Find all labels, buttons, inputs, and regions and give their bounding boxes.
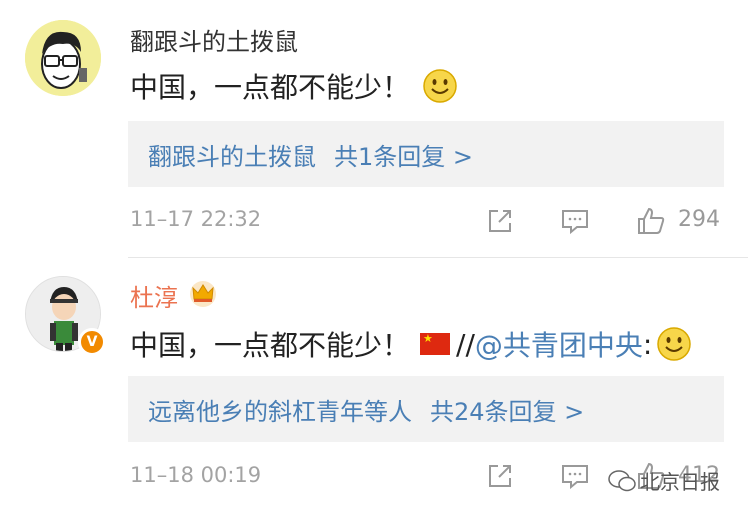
smiley-emoji-icon bbox=[423, 69, 457, 103]
wechat-icon bbox=[608, 469, 636, 491]
comment-username[interactable]: 翻跟斗的土拨鼠 bbox=[130, 22, 298, 57]
reply-count: 共24条回复 > bbox=[430, 397, 585, 426]
avatar-cartoon-icon bbox=[25, 20, 101, 96]
comment-text: 中国，一点都不能少！ // @共青团中央 : bbox=[130, 324, 692, 364]
comment-text: 中国，一点都不能少！ bbox=[130, 66, 458, 106]
watermark: 北京日报 bbox=[608, 466, 720, 495]
comment-body: 中国，一点都不能少！ bbox=[130, 71, 411, 104]
watermark-text: 北京日报 bbox=[640, 470, 720, 494]
smiley-emoji-icon bbox=[657, 327, 692, 361]
comment-icon[interactable] bbox=[560, 206, 590, 236]
china-flag-emoji-icon bbox=[420, 332, 451, 355]
comment-body: 中国，一点都不能少！ bbox=[130, 329, 411, 362]
comment-icon[interactable] bbox=[560, 461, 590, 491]
comment-username[interactable]: 杜淳 bbox=[130, 278, 178, 313]
like-icon[interactable] bbox=[636, 206, 666, 236]
reply-count: 共1条回复 > bbox=[334, 142, 474, 171]
crown-icon bbox=[190, 281, 216, 307]
repost-separator: // bbox=[456, 327, 475, 361]
replies-preview[interactable]: 远离他乡的斜杠青年等人 共24条回复 > bbox=[128, 376, 724, 442]
comment-timestamp: 11–17 22:32 bbox=[130, 207, 262, 231]
share-icon[interactable] bbox=[485, 206, 515, 236]
share-icon[interactable] bbox=[485, 461, 515, 491]
reply-preview-users: 翻跟斗的土拨鼠 bbox=[148, 142, 316, 171]
mention-link[interactable]: @共青团中央 bbox=[475, 324, 643, 364]
replies-preview[interactable]: 翻跟斗的土拨鼠 共1条回复 > bbox=[128, 121, 724, 187]
like-count: 294 bbox=[678, 207, 720, 232]
comment-item: 翻跟斗的土拨鼠 中国，一点都不能少！ 翻跟斗的土拨鼠 共1条回复 > 11–17… bbox=[0, 0, 748, 258]
repost-colon: : bbox=[642, 327, 653, 361]
verified-badge: V bbox=[78, 328, 106, 356]
user-avatar[interactable] bbox=[25, 20, 101, 96]
reply-preview-users: 远离他乡的斜杠青年等人 bbox=[148, 397, 412, 426]
comment-timestamp: 11–18 00:19 bbox=[130, 463, 262, 487]
